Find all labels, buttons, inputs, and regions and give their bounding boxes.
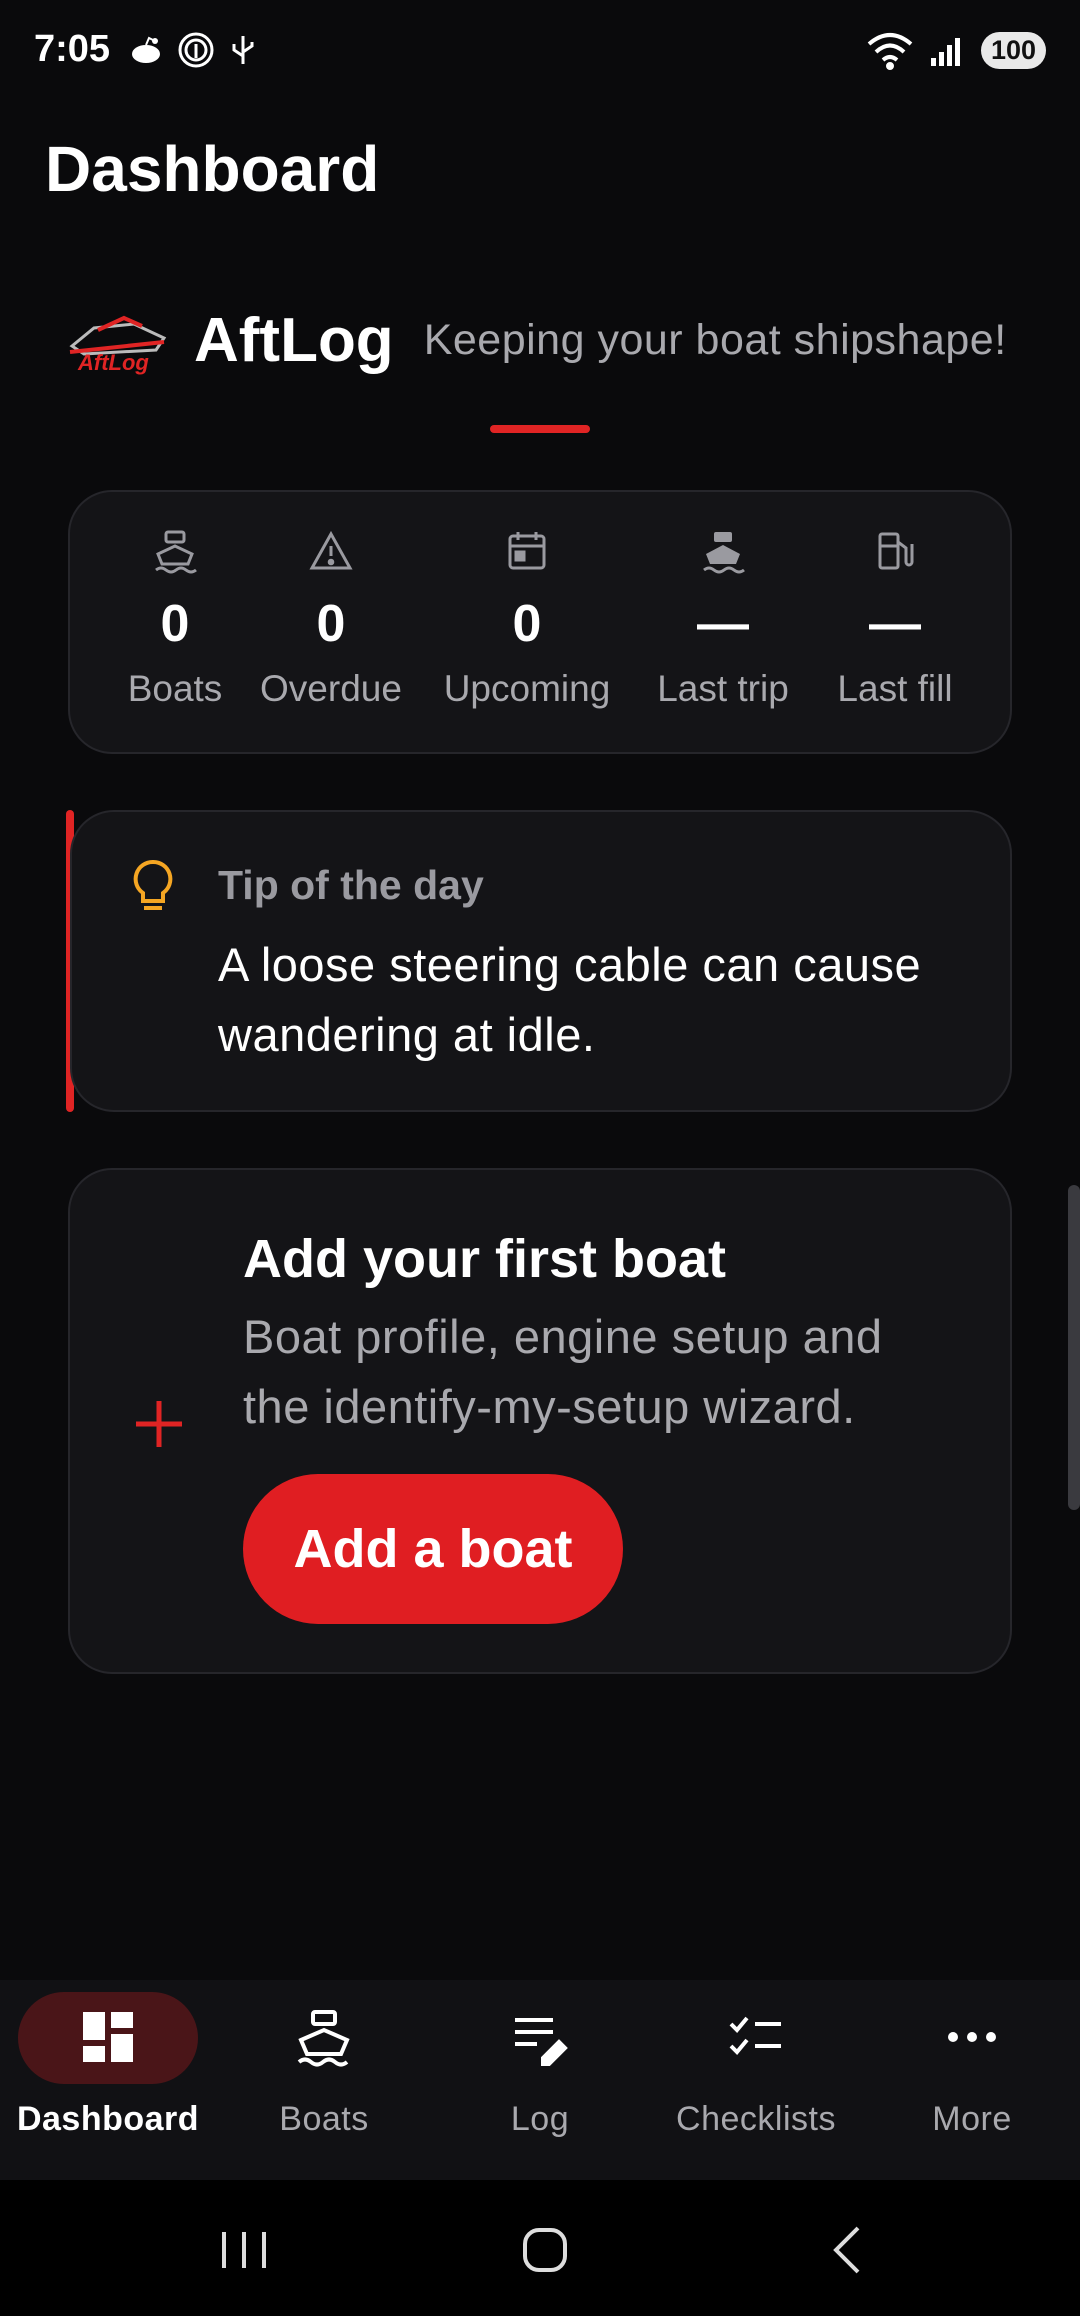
tip-text: A loose steering cable can cause wanderi…: [218, 938, 922, 1061]
plus-icon: [136, 1401, 182, 1447]
status-icons-left: [128, 30, 258, 70]
stat-last-trip[interactable]: — Last trip: [638, 492, 808, 756]
stat-label: Upcoming: [443, 668, 611, 709]
battery-indicator: 100: [980, 31, 1046, 69]
nav-boats[interactable]: Boats: [216, 1980, 432, 2180]
brand-name: AftLog: [194, 306, 394, 375]
page-title: Dashboard: [45, 133, 380, 205]
add-boat-title: Add your first boat: [243, 1229, 726, 1289]
home-icon[interactable]: [505, 2210, 585, 2290]
stat-last-fill[interactable]: — Last fill: [810, 492, 980, 756]
system-nav-bar: [0, 2180, 1080, 2316]
back-icon[interactable]: [808, 2210, 888, 2290]
bottom-nav: Dashboard Boats Log Checklists More: [0, 1980, 1080, 2180]
nav-checklists[interactable]: Checklists: [648, 1980, 864, 2180]
svg-text:AftLog: AftLog: [77, 350, 149, 375]
stat-overdue[interactable]: 0 Overdue: [246, 492, 416, 756]
nav-log[interactable]: Log: [432, 1980, 648, 2180]
more-icon: [948, 2032, 996, 2042]
recent-apps-icon[interactable]: [204, 2210, 284, 2290]
usb-icon: [232, 36, 254, 64]
nav-dashboard[interactable]: Dashboard: [0, 1980, 216, 2180]
stat-value: 0: [512, 595, 542, 653]
stat-value: —: [869, 595, 921, 653]
fingerprint-icon: [178, 32, 214, 68]
add-boat-description: Boat profile, engine setup and the ident…: [243, 1310, 883, 1433]
status-right: 100: [865, 30, 1046, 70]
log-icon: [515, 2018, 568, 2066]
brand-header: AftLog AftLog Keeping your boat shipshap…: [64, 305, 1007, 376]
signal-icon: [930, 38, 960, 66]
stat-upcoming[interactable]: 0 Upcoming: [442, 492, 612, 756]
tip-title: Tip of the day: [218, 862, 484, 908]
scrollbar[interactable]: [1068, 1185, 1080, 1510]
brand-underline: [490, 425, 590, 433]
status-time: 7:05: [34, 28, 111, 70]
checklist-icon: [729, 2016, 781, 2055]
nav-label: Boats: [279, 2100, 369, 2138]
calendar-icon: [508, 532, 546, 570]
stat-label: Overdue: [260, 668, 402, 709]
boat-icon: [297, 2010, 350, 2067]
boat-icon: [155, 530, 197, 574]
stat-value: —: [697, 595, 749, 653]
reddit-icon: [132, 36, 160, 63]
nav-label: Log: [510, 2100, 570, 2138]
nav-label: More: [932, 2100, 1012, 2138]
nav-label: Checklists: [676, 2100, 836, 2138]
aftlog-logo: AftLog: [69, 315, 167, 375]
dashboard-icon: [83, 2012, 133, 2062]
fuel-icon: [878, 532, 914, 570]
wifi-icon: [867, 33, 913, 70]
stat-boats[interactable]: 0 Boats: [90, 492, 260, 756]
stat-value: 0: [316, 595, 346, 653]
stat-label: Last fill: [837, 668, 953, 709]
add-boat-button[interactable]: Add a boat: [243, 1474, 623, 1624]
stats-card: 0 Boats 0 Overdue 0 Upcoming — Last trip…: [68, 490, 1012, 754]
brand-tagline: Keeping your boat shipshape!: [423, 316, 1007, 364]
warning-icon: [309, 530, 353, 570]
lightbulb-icon: [133, 859, 173, 910]
ship-icon: [703, 532, 745, 574]
nav-more[interactable]: More: [864, 1980, 1080, 2180]
nav-label: Dashboard: [16, 2100, 200, 2138]
stat-value: 0: [160, 595, 190, 653]
